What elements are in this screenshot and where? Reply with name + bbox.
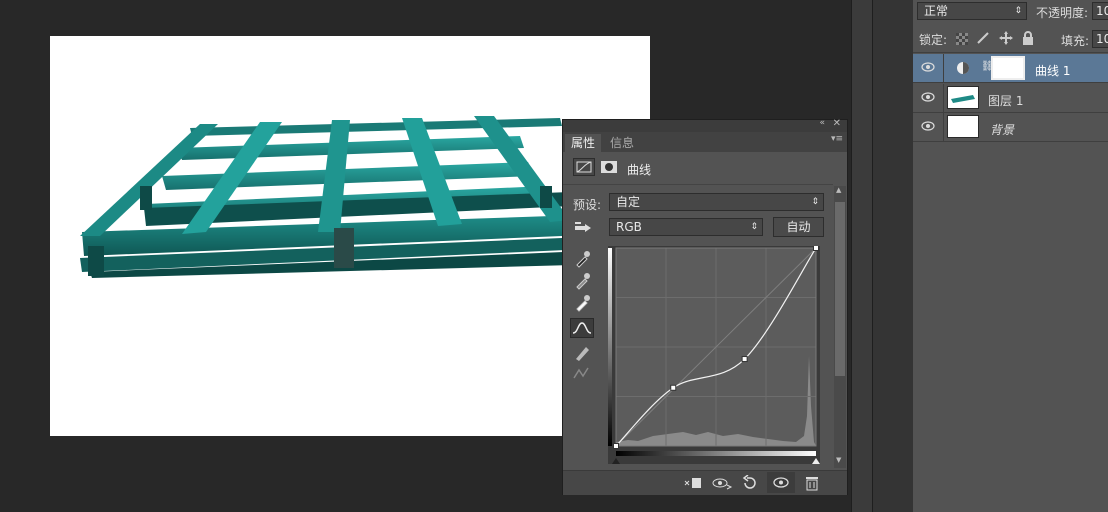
view-previous-state-icon[interactable] — [711, 475, 733, 491]
lock-transparent-icon[interactable] — [956, 33, 968, 45]
fill-value: 10 — [1096, 32, 1108, 46]
channel-select[interactable]: RGB ⇕ — [609, 218, 763, 236]
scrollbar-thumb[interactable] — [835, 202, 845, 376]
divider — [943, 113, 944, 142]
panel-dock-strip — [851, 0, 872, 512]
auto-button[interactable]: 自动 — [773, 217, 824, 237]
tab-properties[interactable]: 属性 — [565, 134, 602, 152]
divider — [943, 84, 944, 113]
curve-control-point[interactable] — [670, 384, 677, 391]
select-arrows-icon: ⇕ — [811, 197, 819, 207]
curve-control-point[interactable] — [741, 356, 748, 363]
layer-mask-thumbnail[interactable] — [991, 56, 1025, 80]
layer-mask-icon[interactable] — [600, 158, 618, 176]
layer-row-curves-1[interactable]: ⛓ 曲线 1 — [913, 54, 1108, 83]
reset-icon[interactable] — [741, 475, 759, 491]
opacity-value: 10 — [1096, 4, 1108, 18]
layer-name: 图层 1 — [988, 94, 1024, 108]
opacity-label: 不透明度: — [1036, 6, 1089, 20]
curve-edit-icon — [572, 322, 592, 334]
visibility-eye-icon[interactable] — [921, 92, 935, 102]
on-image-adjust-hand-icon[interactable] — [573, 220, 595, 236]
layer-thumbnail — [947, 86, 979, 109]
blend-mode-value: 正常 — [924, 4, 949, 18]
blend-mode-select[interactable]: 正常 ⇕ — [917, 2, 1027, 20]
visibility-eye-icon[interactable] — [921, 62, 935, 72]
tab-info[interactable]: 信息 — [604, 134, 640, 152]
visibility-eye-icon — [773, 477, 789, 488]
divider — [913, 52, 1108, 53]
layers-panel: 正常 ⇕ 不透明度: 10 锁定: 填充: 10 ⛓ 曲线 1 图层 1 背景 — [913, 0, 1108, 512]
pencil-draw-icon[interactable] — [571, 342, 593, 362]
pallet-image — [80, 116, 610, 278]
layer-name: 背景 — [990, 123, 1015, 137]
curve-control-point[interactable] — [613, 443, 619, 449]
properties-panel: « ✕ 属性 信息 ▾≡ 曲线 预设: 自定 ⇕ RGB ⇕ 自动 ▲ ▼ — [562, 118, 848, 495]
panel-title-bar[interactable]: « ✕ — [563, 118, 847, 132]
collapse-icon[interactable]: « — [819, 118, 825, 128]
toggle-visibility-button[interactable] — [767, 472, 795, 493]
white-point-eyedropper-icon[interactable] — [571, 292, 593, 312]
trash-icon[interactable] — [805, 475, 819, 491]
document-canvas[interactable] — [50, 36, 650, 436]
curve-control-point[interactable] — [813, 246, 819, 251]
lock-label: 锁定: — [919, 33, 948, 47]
layer-name: 曲线 1 — [1035, 64, 1071, 78]
curve-point-tool[interactable] — [570, 318, 594, 338]
divider — [943, 54, 944, 83]
clip-to-layer-icon[interactable] — [683, 475, 703, 491]
black-point-eyedropper-icon[interactable] — [571, 248, 593, 268]
visibility-eye-icon[interactable] — [921, 121, 935, 131]
curves-graph-canvas[interactable] — [608, 246, 820, 464]
preset-label: 预设: — [573, 198, 602, 212]
fill-label: 填充: — [1061, 34, 1090, 48]
layer-row-background[interactable]: 背景 — [913, 113, 1108, 142]
panel-menu-icon[interactable]: ▾≡ — [831, 134, 843, 144]
close-icon[interactable]: ✕ — [833, 118, 841, 129]
channel-value: RGB — [616, 220, 642, 234]
lock-paint-brush-icon[interactable] — [976, 31, 990, 45]
smooth-curve-icon[interactable] — [571, 364, 593, 384]
scroll-down-icon[interactable]: ▼ — [836, 456, 841, 464]
preset-value: 自定 — [616, 195, 641, 209]
panel-bottom-toolbar — [563, 470, 847, 495]
lock-position-move-icon[interactable] — [999, 31, 1013, 45]
select-arrows-icon: ⇕ — [750, 222, 758, 232]
gray-point-eyedropper-icon[interactable] — [571, 270, 593, 290]
fill-field[interactable]: 10 — [1092, 30, 1108, 48]
layer-thumbnail — [947, 115, 979, 138]
panel-scrollbar[interactable]: ▲ ▼ — [834, 186, 846, 468]
opacity-field[interactable]: 10 — [1092, 2, 1108, 20]
pallet-thumbnail-image — [951, 95, 975, 103]
scroll-up-icon[interactable]: ▲ — [836, 186, 841, 194]
divider — [563, 184, 833, 185]
layer-row-layer-1[interactable]: 图层 1 — [913, 84, 1108, 113]
curves-graph[interactable] — [608, 246, 820, 464]
preset-select[interactable]: 自定 ⇕ — [609, 193, 824, 211]
select-arrows-icon: ⇕ — [1014, 6, 1022, 16]
panel-header-title: 曲线 — [627, 163, 652, 177]
curves-adjustment-icon — [573, 158, 595, 176]
lock-all-icon[interactable] — [1022, 31, 1034, 45]
adjustment-layer-icon — [957, 62, 969, 74]
panel-icon-dock — [872, 0, 914, 512]
